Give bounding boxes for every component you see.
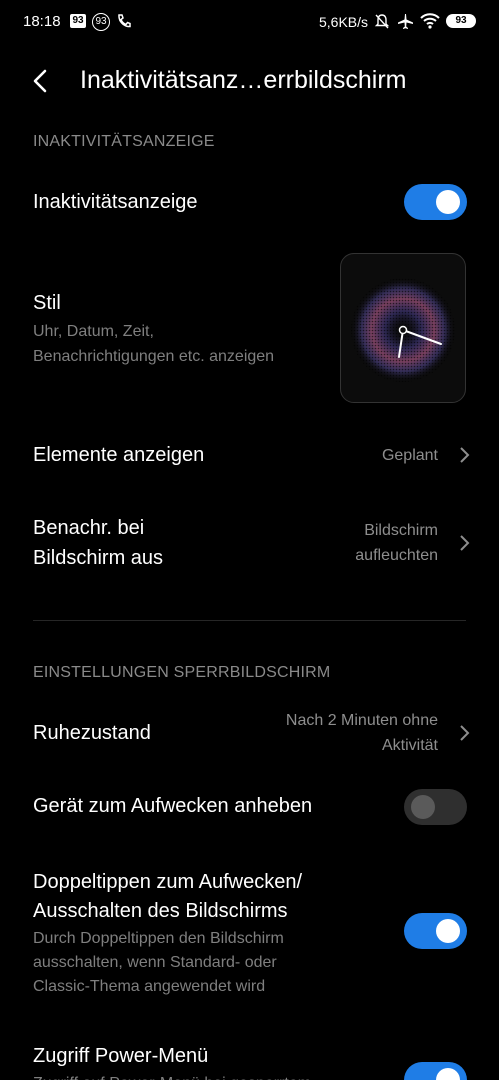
page-title: Inaktivitätsanz…errbildschirm bbox=[80, 66, 407, 94]
section-title-lockscreen: EINSTELLUNGEN SPERRBILDSCHIRM bbox=[33, 664, 331, 681]
power-menu-label: Zugriff Power-Menü bbox=[33, 1045, 209, 1067]
power-menu-description: Zugriff auf Power-Menü bei gesperrtem bbox=[33, 1071, 311, 1080]
double-tap-description-line1: Durch Doppeltippen den Bildschirm bbox=[33, 930, 284, 947]
show-elements-value: Geplant bbox=[381, 447, 438, 464]
ambient-display-toggle[interactable] bbox=[404, 184, 467, 220]
section-title-ambient: INAKTIVITÄTSANZEIGE bbox=[33, 133, 215, 150]
sleep-value-line2: Aktivität bbox=[381, 737, 438, 754]
chevron-right-icon bbox=[460, 535, 470, 551]
lift-to-wake-toggle[interactable] bbox=[404, 789, 467, 825]
network-speed: 5,6KB/s bbox=[319, 14, 369, 30]
notification-badge-icon: 93 bbox=[70, 14, 86, 28]
notification-circle-icon: 93 bbox=[92, 13, 110, 31]
notify-screen-off-label-line1: Benachr. bei bbox=[33, 517, 145, 539]
notify-screen-off-label-line2: Bildschirm aus bbox=[33, 547, 164, 569]
status-bar: 18:18 93 93 5,6KB/s 93 bbox=[0, 0, 499, 44]
battery-icon: 93 bbox=[446, 14, 476, 28]
airplane-icon bbox=[398, 14, 413, 29]
back-arrow-icon[interactable] bbox=[30, 66, 54, 96]
style-label: Stil bbox=[33, 292, 61, 314]
row-notify-screen-off[interactable]: Benachr. bei Bildschirm aus Bildschirm a… bbox=[0, 505, 499, 585]
row-ambient-display[interactable]: Inaktivitätsanzeige bbox=[0, 170, 499, 234]
section-divider bbox=[33, 620, 466, 621]
chevron-right-icon bbox=[460, 447, 470, 463]
clock-preview-icon bbox=[351, 278, 455, 382]
double-tap-description-line2: ausschalten, wenn Standard- oder bbox=[33, 954, 277, 971]
show-elements-label: Elemente anzeigen bbox=[33, 444, 205, 466]
row-show-elements[interactable]: Elemente anzeigen Geplant bbox=[0, 425, 499, 485]
ambient-display-label: Inaktivitätsanzeige bbox=[33, 191, 198, 213]
clock-style-preview[interactable] bbox=[340, 253, 466, 403]
status-time: 18:18 bbox=[23, 13, 61, 30]
double-tap-toggle[interactable] bbox=[404, 913, 467, 949]
bell-muted-icon bbox=[374, 14, 390, 29]
chevron-right-icon bbox=[460, 725, 470, 741]
double-tap-label-line1: Doppeltippen zum Aufwecken/ bbox=[33, 871, 303, 893]
notify-screen-off-value-line1: Bildschirm bbox=[364, 522, 438, 539]
style-description-line2: Benachrichtigungen etc. anzeigen bbox=[33, 348, 275, 365]
style-description-line1: Uhr, Datum, Zeit, bbox=[33, 323, 154, 340]
sleep-label: Ruhezustand bbox=[33, 722, 151, 744]
power-menu-toggle[interactable] bbox=[404, 1062, 467, 1080]
row-power-menu[interactable]: Zugriff Power-Menü Zugriff auf Power-Men… bbox=[0, 1040, 499, 1080]
wifi-icon bbox=[420, 13, 440, 29]
notify-screen-off-value-line2: aufleuchten bbox=[355, 547, 438, 564]
row-sleep[interactable]: Ruhezustand Nach 2 Minuten ohne Aktivitä… bbox=[0, 700, 499, 770]
call-icon bbox=[118, 14, 131, 28]
double-tap-label-line2: Ausschalten des Bildschirms bbox=[33, 900, 288, 922]
row-double-tap[interactable]: Doppeltippen zum Aufwecken/ Ausschalten … bbox=[0, 865, 499, 1005]
row-lift-to-wake[interactable]: Gerät zum Aufwecken anheben bbox=[0, 775, 499, 839]
double-tap-description-line3: Classic-Thema angewendet wird bbox=[33, 978, 266, 995]
sleep-value-line1: Nach 2 Minuten ohne bbox=[285, 712, 438, 729]
lift-to-wake-label: Gerät zum Aufwecken anheben bbox=[33, 795, 313, 817]
